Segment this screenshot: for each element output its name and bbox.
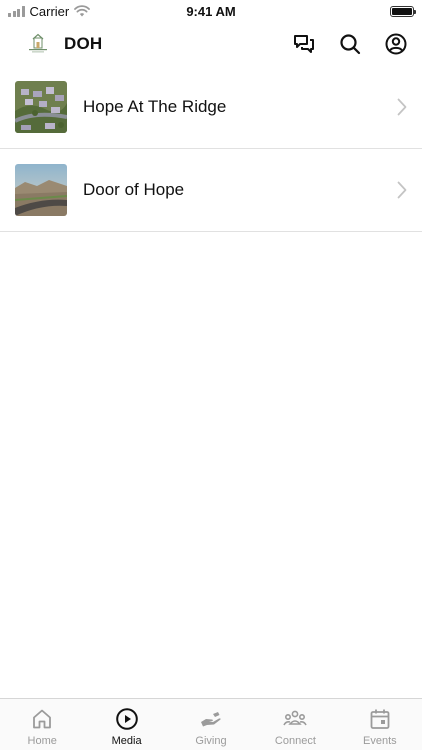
list-item-label: Door of Hope xyxy=(83,180,185,199)
search-icon[interactable] xyxy=(338,32,362,56)
wifi-icon xyxy=(74,5,91,17)
tab-bar: Home Media Giving Connect Events xyxy=(0,698,422,750)
app-title: DOH xyxy=(64,34,103,53)
list-item[interactable]: Door of Hope xyxy=(0,149,422,232)
media-list: Hope At The Ridge Door of Hope xyxy=(0,66,422,232)
tab-label: Home xyxy=(27,735,57,747)
signal-icon xyxy=(8,5,25,17)
home-icon xyxy=(30,707,54,731)
chevron-right-icon xyxy=(396,181,408,199)
tab-label: Media xyxy=(111,735,142,747)
list-item[interactable]: Hope At The Ridge xyxy=(0,66,422,149)
tab-label: Events xyxy=(363,735,397,747)
list-item-label: Hope At The Ridge xyxy=(83,97,227,116)
account-icon[interactable] xyxy=(384,32,408,56)
tab-label: Connect xyxy=(274,735,316,747)
header-actions xyxy=(292,32,408,56)
battery-icon xyxy=(390,5,416,17)
tab-events[interactable]: Events xyxy=(338,699,422,750)
status-left: Carrier xyxy=(8,3,91,19)
tab-media[interactable]: Media xyxy=(84,699,168,750)
tab-label: Giving xyxy=(195,735,227,747)
tab-giving[interactable]: Giving xyxy=(169,699,253,750)
carrier-label: Carrier xyxy=(29,3,70,19)
app-header: DOH xyxy=(0,22,422,66)
people-icon xyxy=(283,707,308,731)
status-bar: Carrier 9:41 AM xyxy=(0,0,422,22)
aerial-neighborhood-image xyxy=(15,81,67,133)
tab-home[interactable]: Home xyxy=(0,699,84,750)
calendar-icon xyxy=(368,707,392,731)
chevron-right-icon xyxy=(396,98,408,116)
chat-bubbles-icon[interactable] xyxy=(292,32,316,56)
app-screen: Carrier 9:41 AM DOH Hope At The Ridge Do… xyxy=(0,0,422,750)
play-circle-icon xyxy=(115,707,139,731)
tab-connect[interactable]: Connect xyxy=(253,699,337,750)
desert-road-image xyxy=(15,164,67,216)
giving-hand-icon xyxy=(199,707,223,731)
battery-level xyxy=(392,7,412,15)
church-logo[interactable] xyxy=(26,32,50,56)
